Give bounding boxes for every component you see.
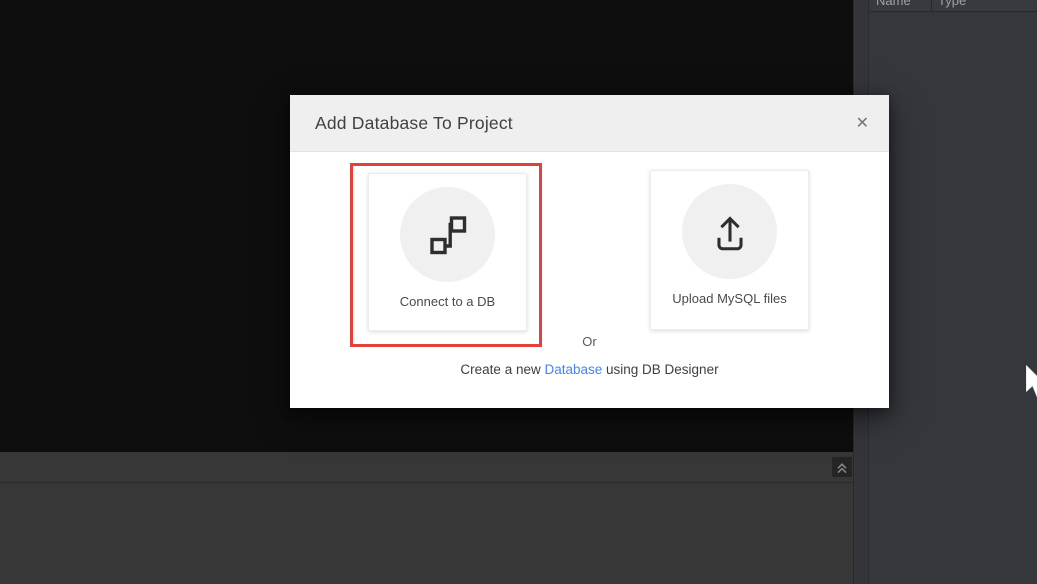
upload-tray-arrow-icon [707,209,753,255]
column-header-name: Name [876,0,911,8]
upload-mysql-files-card[interactable]: Upload MySQL files [650,170,809,330]
column-divider [931,0,932,11]
add-database-modal: Add Database To Project ✕ Connect to a D… [290,95,889,408]
icon-circle [682,184,777,279]
create-db-footer: Create a new Database using DB Designer [290,362,889,377]
or-separator: Or [582,334,597,349]
icon-circle [400,187,495,282]
footer-prefix: Create a new [460,362,545,377]
footer-suffix: using DB Designer [602,362,719,377]
modal-body: Connect to a DB Upload MySQL files Or Cr… [290,152,889,408]
modal-title: Add Database To Project [315,113,513,133]
schema-table-header: Name Type [870,0,1037,12]
connect-to-db-card[interactable]: Connect to a DB [368,173,527,331]
column-header-type: Type [938,0,967,8]
card-label: Upload MySQL files [672,291,787,306]
double-chevron-up-icon [834,459,850,475]
db-connection-icon [424,211,472,259]
collapse-panel-button[interactable] [832,457,852,477]
modal-header: Add Database To Project ✕ [290,95,889,152]
close-icon[interactable]: ✕ [856,95,869,152]
results-panel: No data found. Please run the query. [0,483,853,584]
card-label: Connect to a DB [399,294,496,309]
mouse-pointer-icon [1025,364,1037,403]
results-toolbar [0,452,853,483]
database-link[interactable]: Database [544,362,602,377]
app-screen: No data found. Please run the query. Nam… [0,0,1037,584]
